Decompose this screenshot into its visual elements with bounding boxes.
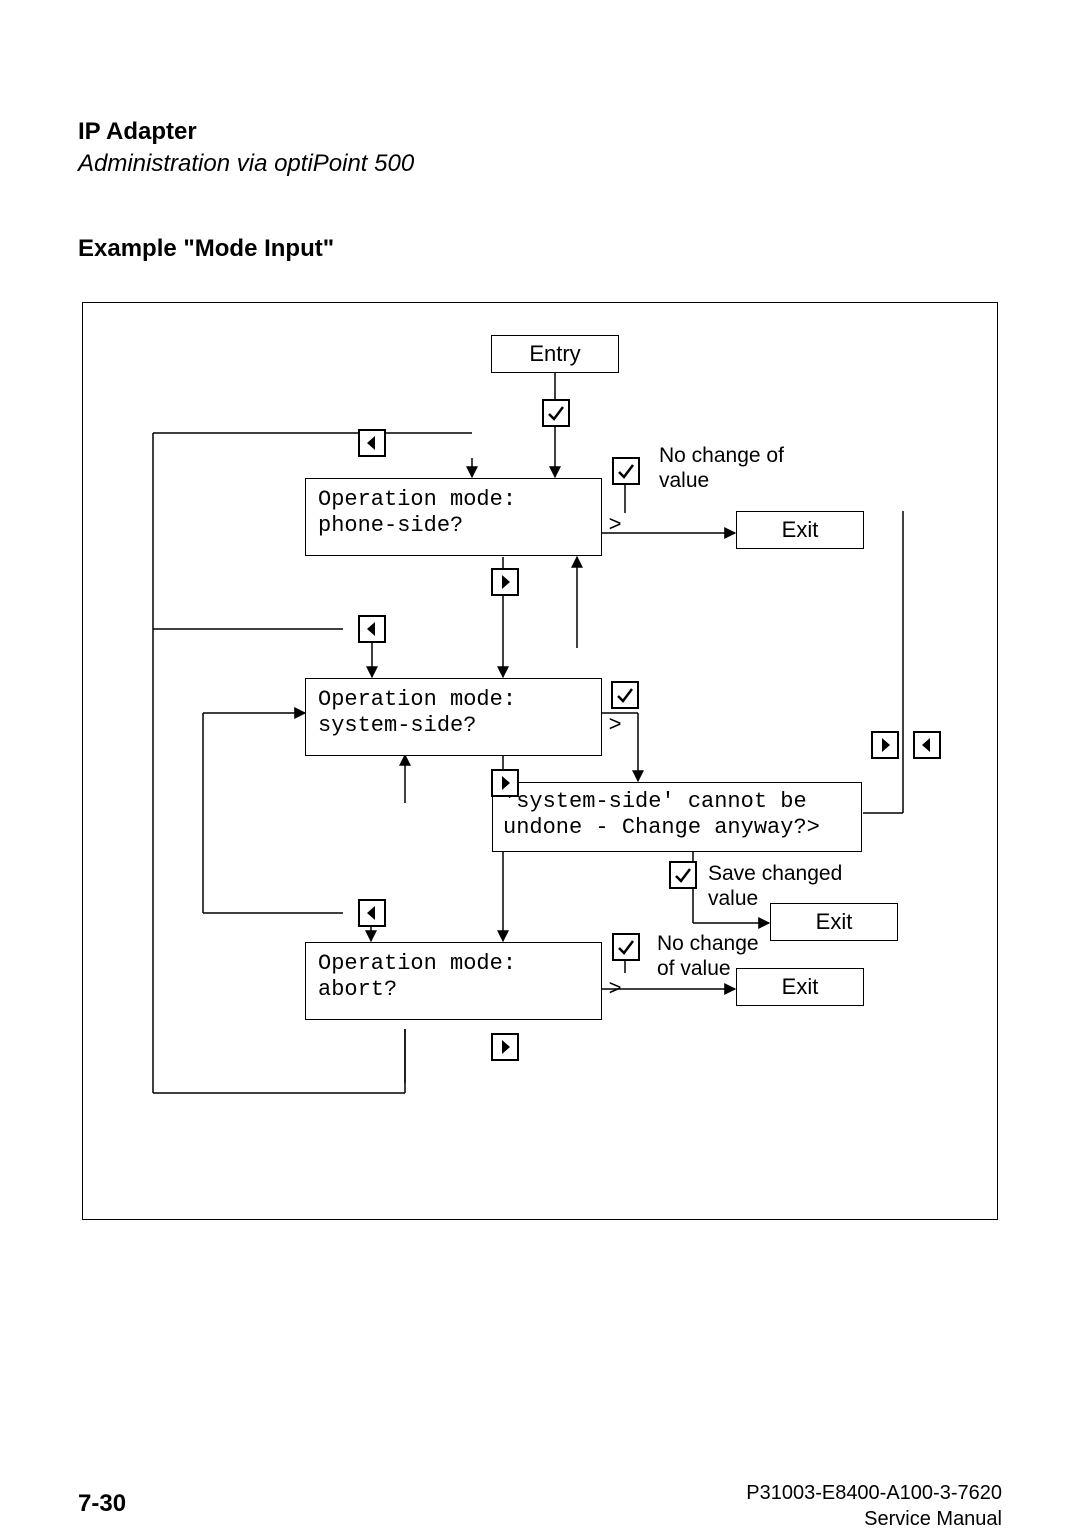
- system-side-line1: Operation mode:: [318, 687, 589, 713]
- check-icon: [542, 399, 570, 427]
- footer-page-number: 7-30: [78, 1490, 126, 1518]
- exit2-label: Exit: [816, 909, 853, 935]
- system-side-line2: system-side? >: [318, 713, 589, 739]
- confirm-box: 'system-side' cannot be undone - Change …: [492, 782, 862, 852]
- header-subtitle: Administration via optiPoint 500: [78, 150, 414, 178]
- right-arrow-icon: [491, 568, 519, 596]
- exit1-label: Exit: [782, 517, 819, 543]
- footer-doctype: Service Manual: [746, 1506, 1002, 1532]
- check-icon: [612, 933, 640, 961]
- right-arrow-icon: [491, 1033, 519, 1061]
- phone-side-line2: phone-side? >: [318, 513, 589, 539]
- left-arrow-icon: [358, 615, 386, 643]
- page-header: IP Adapter Administration via optiPoint …: [78, 118, 414, 178]
- diagram-frame: Entry Operation mode: phone-side? > Exit…: [82, 302, 998, 1220]
- abort-box: Operation mode: abort? >: [305, 942, 602, 1020]
- section-title: Example "Mode Input": [78, 235, 334, 263]
- system-side-box: Operation mode: system-side? >: [305, 678, 602, 756]
- exit1-box: Exit: [736, 511, 864, 549]
- entry-label: Entry: [529, 341, 580, 367]
- no-change-label-2: No change of value: [657, 931, 759, 981]
- phone-side-line1: Operation mode:: [318, 487, 589, 513]
- save-line1: Save changed: [708, 861, 842, 886]
- page: IP Adapter Administration via optiPoint …: [0, 0, 1080, 1528]
- check-icon: [611, 681, 639, 709]
- diagram-connectors: [83, 303, 997, 1219]
- no-change2-line2: of value: [657, 956, 759, 981]
- no-change2-line1: No change: [657, 931, 759, 956]
- no-change1-line2: value: [659, 468, 784, 493]
- right-arrow-icon: [871, 731, 899, 759]
- entry-box: Entry: [491, 335, 619, 373]
- phone-side-box: Operation mode: phone-side? >: [305, 478, 602, 556]
- header-title: IP Adapter: [78, 118, 414, 146]
- no-change-label-1: No change of value: [659, 443, 784, 493]
- no-change1-line1: No change of: [659, 443, 784, 468]
- check-icon: [612, 457, 640, 485]
- save-changed-label: Save changed value: [708, 861, 842, 911]
- right-arrow-icon: [491, 769, 519, 797]
- left-arrow-icon: [913, 731, 941, 759]
- abort-line1: Operation mode:: [318, 951, 589, 977]
- check-icon: [669, 861, 697, 889]
- save-line2: value: [708, 886, 842, 911]
- exit3-label: Exit: [782, 974, 819, 1000]
- confirm-line2: undone - Change anyway?>: [503, 815, 851, 841]
- footer-right: P31003-E8400-A100-3-7620 Service Manual: [746, 1480, 1002, 1532]
- footer-docnum: P31003-E8400-A100-3-7620: [746, 1480, 1002, 1506]
- abort-line2: abort? >: [318, 977, 589, 1003]
- left-arrow-icon: [358, 429, 386, 457]
- left-arrow-icon: [358, 899, 386, 927]
- confirm-line1: 'system-side' cannot be: [503, 789, 851, 815]
